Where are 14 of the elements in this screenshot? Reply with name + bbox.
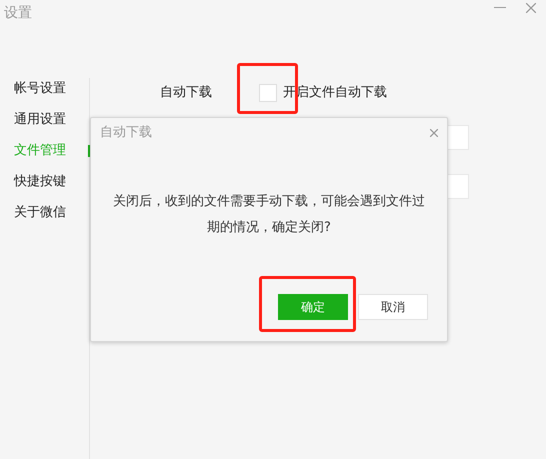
sidebar-item[interactable]: 快捷按键 (14, 172, 66, 192)
dialog-title: 自动下载 (100, 124, 152, 142)
checkbox[interactable] (259, 84, 277, 102)
minimize-icon[interactable] (494, 7, 506, 9)
dialog-message: 关闭后，收到的文件需要手动下载，可能会遇到文件过期的情况，确定关闭? (112, 193, 426, 237)
sidebar-item[interactable]: 帐号设置 (14, 79, 66, 99)
cancel-button[interactable]: 取消 (358, 294, 428, 320)
window-title: 设置 (4, 4, 32, 23)
setting-label: 自动下载 (160, 84, 212, 102)
close-icon[interactable] (430, 129, 438, 137)
sidebar-item[interactable]: 通用设置 (14, 110, 66, 130)
sidebar-item[interactable]: 关于微信 (14, 203, 66, 223)
checkbox-label: 开启文件自动下载 (283, 84, 387, 102)
close-icon[interactable] (526, 3, 536, 13)
